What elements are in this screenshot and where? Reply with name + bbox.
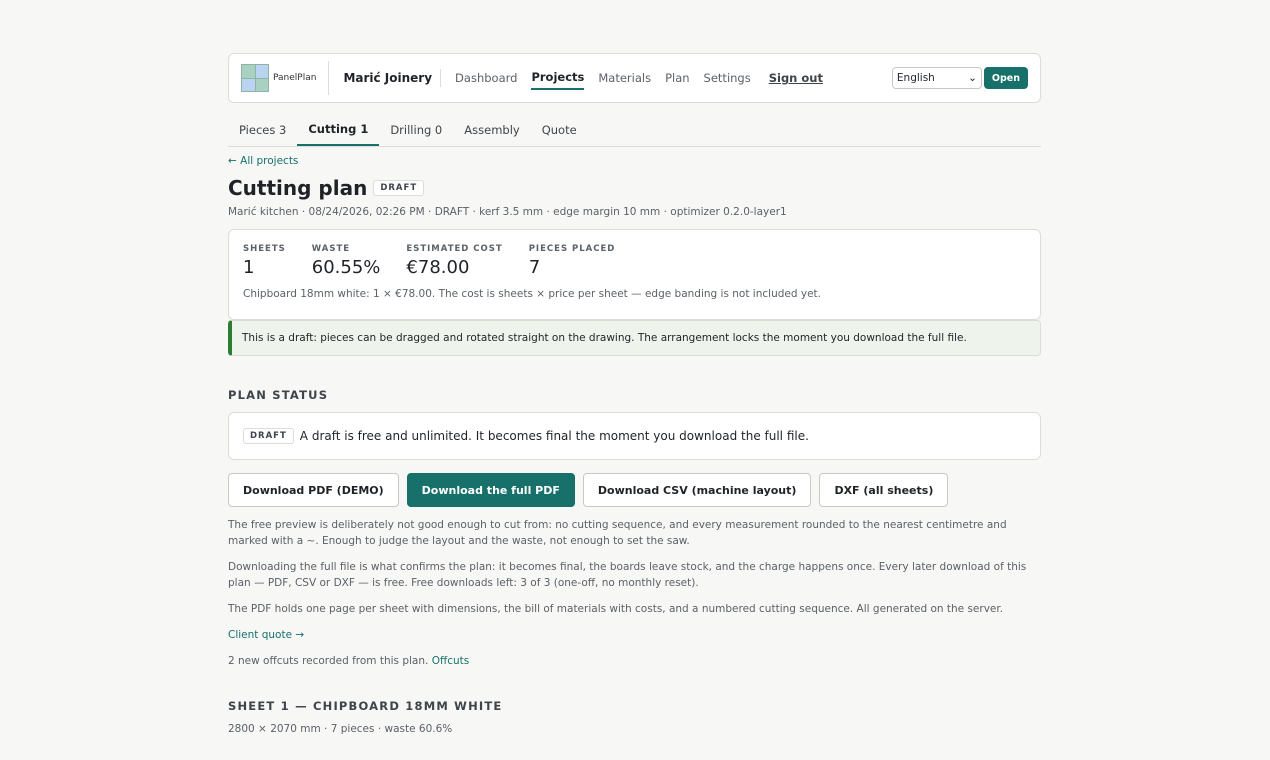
stat-label: ESTIMATED COST [406, 244, 503, 254]
stat-value: 1 [243, 257, 255, 278]
nav-settings[interactable]: Settings [704, 67, 751, 89]
tab-pieces[interactable]: Pieces 3 [228, 113, 297, 146]
all-projects-link[interactable]: ← All projects [228, 155, 1041, 167]
logo[interactable]: PanelPlan [241, 61, 330, 95]
nav-plan[interactable]: Plan [665, 67, 689, 89]
stat-label: PIECES PLACED [528, 244, 616, 254]
stat-value: 60.55% [311, 257, 381, 278]
download-buttons: Download PDF (DEMO) Download the full PD… [228, 473, 1041, 507]
sheet-heading: SHEET 1 — CHIPBOARD 18MM WHITE [228, 699, 503, 713]
client-quote-link[interactable]: Client quote → [228, 629, 304, 641]
sign-out-link[interactable]: Sign out [769, 67, 823, 89]
stat-label: WASTE [311, 244, 351, 254]
main-nav: Dashboard Projects Materials Plan Settin… [455, 66, 823, 90]
open-button[interactable]: Open [983, 67, 1028, 89]
plan-meta: Marić kitchen · 08/24/2026, 02:26 PM · D… [228, 206, 787, 218]
logo-mark-icon [241, 64, 269, 92]
client-quote-row: Client quote → [228, 627, 1041, 643]
download-full-pdf-button[interactable]: Download the full PDF [406, 473, 575, 507]
tab-assembly[interactable]: Assembly [453, 113, 530, 146]
sheet-meta: 2800 × 2070 mm · 7 pieces · waste 60.6% [228, 723, 453, 735]
stats-card: SHEETS 1 WASTE 60.55% ESTIMATED COST €78… [228, 229, 1041, 320]
tab-drilling[interactable]: Drilling 0 [379, 113, 453, 146]
draft-notice: This is a draft: pieces can be dragged a… [228, 320, 1041, 356]
plan-status-badge: DRAFT [243, 428, 294, 444]
pdf-paragraph: The PDF holds one page per sheet with di… [228, 603, 1004, 615]
language-select[interactable]: English ⌄ [891, 67, 982, 89]
page-title: Cutting plan [228, 176, 368, 200]
chevron-down-icon: ⌄ [968, 72, 977, 84]
workshop-name: Marić Joinery [329, 69, 442, 87]
plan-status-heading: PLAN STATUS [228, 388, 329, 402]
nav-materials[interactable]: Materials [598, 67, 651, 89]
tab-quote[interactable]: Quote [531, 113, 588, 146]
stat-label: SHEETS [243, 244, 286, 254]
download-pdf-demo-button[interactable]: Download PDF (DEMO) [228, 473, 399, 507]
language-value: English [896, 72, 935, 84]
nav-projects[interactable]: Projects [531, 66, 585, 90]
stat-estimated-cost: ESTIMATED COST €78.00 [406, 244, 502, 278]
download-csv-button[interactable]: Download CSV (machine layout) [582, 473, 812, 507]
tab-cutting[interactable]: Cutting 1 [297, 113, 380, 146]
download-dxf-button[interactable]: DXF (all sheets) [819, 473, 949, 507]
stat-value: €78.00 [406, 257, 470, 278]
offcuts-row: 2 new offcuts recorded from this plan. O… [228, 653, 1041, 669]
project-tabs: Pieces 3 Cutting 1 Drilling 0 Assembly Q… [228, 113, 1041, 147]
nav-dashboard[interactable]: Dashboard [455, 67, 517, 89]
stat-waste: WASTE 60.55% [312, 244, 381, 278]
stat-sheets: SHEETS 1 [243, 244, 286, 278]
plan-status-card: DRAFT A draft is free and unlimited. It … [228, 412, 1041, 460]
top-bar: PanelPlan Marić Joinery Dashboard Projec… [228, 53, 1041, 103]
stat-pieces-placed: PIECES PLACED 7 [529, 244, 616, 278]
preview-paragraph: The free preview is deliberately not goo… [228, 519, 1007, 547]
download-paragraph: Downloading the full file is what confir… [228, 561, 1027, 589]
plan-status-text: A draft is free and unlimited. It become… [299, 429, 809, 443]
offcuts-text: 2 new offcuts recorded from this plan. [228, 655, 429, 667]
logo-text: PanelPlan [273, 73, 317, 83]
status-badge: DRAFT [373, 180, 425, 196]
offcuts-link[interactable]: Offcuts [432, 655, 470, 667]
stat-value: 7 [528, 257, 541, 278]
cost-note: Chipboard 18mm white: 1 × €78.00. The co… [243, 288, 821, 300]
